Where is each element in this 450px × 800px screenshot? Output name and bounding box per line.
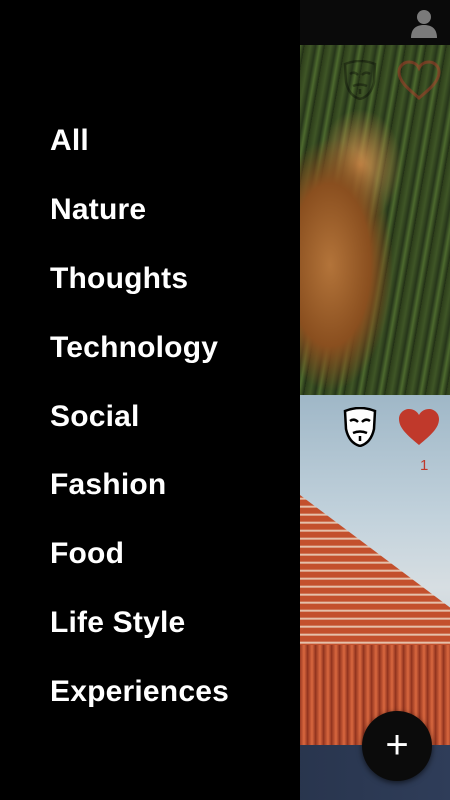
category-item-food[interactable]: Food bbox=[50, 520, 229, 589]
category-label: Fashion bbox=[50, 468, 167, 502]
category-label: Experiences bbox=[50, 674, 229, 708]
heart-icon[interactable] bbox=[397, 407, 441, 447]
person-icon bbox=[411, 10, 437, 38]
category-item-fashion[interactable]: Fashion bbox=[50, 451, 229, 520]
navigation-drawer: All Nature Thoughts Technology Social Fa… bbox=[0, 0, 300, 800]
profile-button[interactable] bbox=[410, 8, 438, 38]
category-item-life-style[interactable]: Life Style bbox=[50, 589, 229, 658]
plus-icon: + bbox=[385, 722, 409, 767]
category-item-experiences[interactable]: Experiences bbox=[50, 657, 229, 726]
heart-icon[interactable] bbox=[397, 60, 441, 100]
category-label: Social bbox=[50, 399, 140, 433]
anonymous-mask-icon[interactable] bbox=[343, 60, 377, 100]
category-label: Nature bbox=[50, 193, 147, 227]
like-count: 1 bbox=[420, 457, 429, 474]
category-item-thoughts[interactable]: Thoughts bbox=[50, 245, 229, 314]
category-label: All bbox=[50, 124, 89, 158]
category-label: Technology bbox=[50, 330, 219, 364]
category-label: Food bbox=[50, 537, 125, 571]
category-list: All Nature Thoughts Technology Social Fa… bbox=[50, 107, 229, 726]
category-item-social[interactable]: Social bbox=[50, 382, 229, 451]
category-label: Life Style bbox=[50, 605, 186, 639]
category-item-nature[interactable]: Nature bbox=[50, 176, 229, 245]
category-label: Thoughts bbox=[50, 261, 189, 295]
category-item-technology[interactable]: Technology bbox=[50, 313, 229, 382]
add-post-button[interactable]: + bbox=[362, 711, 432, 781]
category-item-all[interactable]: All bbox=[50, 107, 229, 176]
anonymous-mask-icon[interactable] bbox=[343, 407, 377, 447]
